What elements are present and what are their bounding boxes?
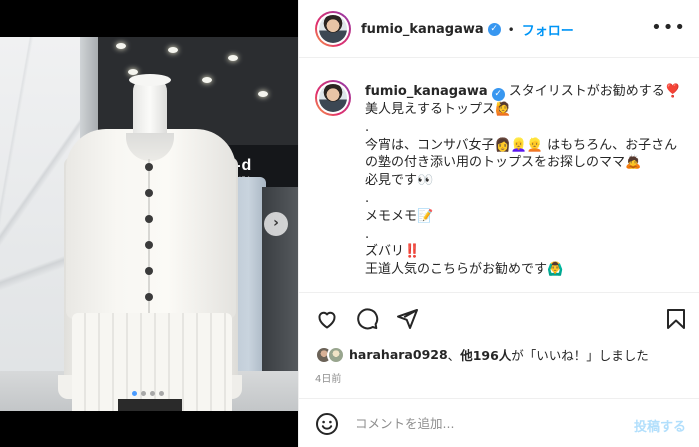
cardigan-button <box>145 293 153 301</box>
avatar[interactable] <box>315 80 351 116</box>
cardigan-button <box>145 267 153 275</box>
caption-line: 今宵は、コンサバ女子👩👱‍♀️👱 はもちろん、お子さんの塾の付き添い用のトップス… <box>365 137 678 171</box>
cardigan-peplum <box>72 313 232 411</box>
caption-line: . <box>365 119 370 135</box>
post-comment-button[interactable]: 投稿する <box>634 416 686 435</box>
caption-line: ズバリ‼️ <box>365 244 421 260</box>
verified-icon: ✓ <box>487 23 501 36</box>
caption-line: 必見です👀 <box>365 173 434 189</box>
caption-line: . <box>365 190 370 206</box>
carousel-indicator <box>132 391 164 396</box>
comment-bar: 投稿する <box>299 398 699 447</box>
caption-line: . <box>365 226 370 242</box>
liker-avatar <box>327 345 345 364</box>
caption-line: 美人見えするトップス🙋 <box>365 102 512 117</box>
cardigan-button <box>145 189 153 197</box>
likes-separator: 、 <box>447 348 461 363</box>
caption-line: スタイリストがお勧めする❣️ <box>508 84 681 99</box>
header-name-row: fumio_kanagawa ✓ • フォロー <box>361 20 574 39</box>
separator-dot: • <box>507 22 515 37</box>
post-media: r-d GINZA › <box>0 0 298 447</box>
mannequin-neck-cap <box>129 74 171 86</box>
verified-icon: ✓ <box>491 88 505 101</box>
cardigan-button <box>145 163 153 171</box>
carousel-dot <box>159 391 164 396</box>
mannequin-neck <box>133 77 167 139</box>
likes-suffix: が「いいね！」しました <box>511 348 649 363</box>
caption-line: 王道人気のこちらがお勧めです🙆‍♂️ <box>365 262 564 278</box>
carousel-dot <box>132 391 137 396</box>
post-header: fumio_kanagawa ✓ • フォロー ••• <box>299 0 699 58</box>
heart-icon[interactable] <box>315 307 339 331</box>
caption-line: メモメモ📝 <box>365 208 434 224</box>
follow-button[interactable]: フォロー <box>522 20 574 39</box>
more-horizontal-icon[interactable]: ••• <box>651 17 686 38</box>
bookmark-icon[interactable] <box>665 307 687 331</box>
likes-others[interactable]: 他196人 <box>460 345 511 364</box>
liker-username[interactable]: harahara0928 <box>349 347 448 362</box>
cardigan-button <box>145 215 153 223</box>
chevron-right-icon[interactable]: › <box>264 212 288 236</box>
caption-area: fumio_kanagawa ✓ スタイリストがお勧めする❣️ 美人見えするトップ… <box>299 58 699 292</box>
comment-icon[interactable] <box>355 307 379 331</box>
caption-text: スタイリストがお勧めする❣️ 美人見えするトップス🙋 . 今宵は、コンサバ女子👩… <box>365 84 681 277</box>
cardigan-placket <box>148 159 150 314</box>
comment-input[interactable] <box>355 411 625 435</box>
mannequin-stand <box>118 399 182 411</box>
likes-row: harahara0928、他196人 が「いいね！」しました <box>315 345 649 364</box>
action-bar <box>299 292 699 342</box>
post-photo[interactable]: r-d GINZA <box>0 37 298 411</box>
post-timestamp[interactable]: 4日前 <box>315 370 341 385</box>
carousel-dot <box>150 391 155 396</box>
username-link[interactable]: fumio_kanagawa <box>361 22 484 37</box>
carousel-dot <box>141 391 146 396</box>
cardigan-button <box>145 241 153 249</box>
avatar[interactable] <box>315 11 351 47</box>
post-side-panel: fumio_kanagawa ✓ • フォロー ••• fumio_kanaga… <box>298 0 699 447</box>
caption-username[interactable]: fumio_kanagawa <box>365 84 488 99</box>
caption: fumio_kanagawa ✓ スタイリストがお勧めする❣️ 美人見えするトップ… <box>365 83 687 279</box>
share-icon[interactable] <box>395 307 419 331</box>
smiley-icon[interactable] <box>315 412 339 436</box>
